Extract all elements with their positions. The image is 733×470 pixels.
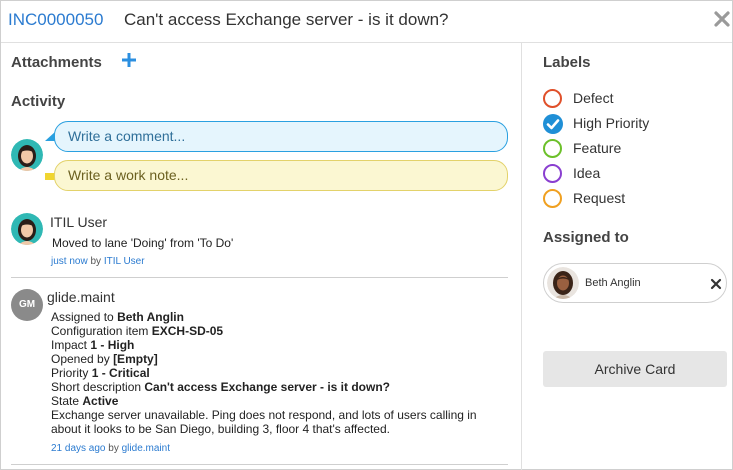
activity-time: 21 days ago [51,443,106,454]
activity-time: just now [51,256,88,267]
card-dialog: INC0000050 Can't access Exchange server … [0,0,733,470]
field-label: State [51,394,80,408]
checked-checkbox-icon[interactable] [543,114,563,134]
field-label: Impact [51,338,88,352]
field-change: Opened by [Empty] [51,352,158,366]
label-name: Idea [573,165,601,181]
field-label: Priority [51,366,89,380]
field-change: Configuration item EXCH-SD-05 [51,324,223,338]
field-value: Beth Anglin [117,310,184,324]
label-checkbox[interactable] [543,89,562,108]
field-label: Assigned to [51,310,114,324]
close-icon[interactable] [712,9,732,29]
labels-heading: Labels [543,54,591,71]
field-change: Assigned to Beth Anglin [51,310,184,324]
activity-divider [11,277,508,278]
worknote-input[interactable]: Write a work note... [54,160,508,191]
add-attachment-icon[interactable] [121,52,137,68]
field-value: [Empty] [113,352,158,366]
field-change: Priority 1 - Critical [51,366,150,380]
activity-meta: 21 days ago by glide.maint [51,443,170,454]
label-checkbox[interactable] [543,189,562,208]
label-checkbox[interactable] [543,139,562,158]
activity-author: ITIL User [50,214,108,230]
activity-author: glide.maint [47,289,115,305]
incident-number-link[interactable]: INC0000050 [8,10,103,30]
archive-card-button[interactable]: Archive Card [543,351,727,387]
activity-by: by [90,256,102,267]
activity-heading: Activity [11,93,66,110]
assignee-avatar [547,267,579,299]
work-note-line: Exchange server unavailable. Ping does n… [51,408,477,422]
assigned-to-heading: Assigned to [543,229,629,246]
comment-input[interactable]: Write a comment... [54,121,508,152]
activity-divider [11,464,508,465]
label-name: Request [573,190,626,206]
assignee-name: Beth Anglin [585,277,641,289]
field-value: 1 - Critical [91,366,150,380]
activity-text: Moved to lane 'Doing' from 'To Do' [52,236,234,250]
label-checkbox[interactable] [543,164,562,183]
remove-assignee-icon[interactable] [710,278,722,290]
field-change: Short description Can't access Exchange … [51,380,390,394]
assignee-chip[interactable]: Beth Anglin [543,263,727,303]
label-name: Feature [573,140,622,156]
field-value: 1 - High [90,338,135,352]
field-value: Active [82,394,119,408]
field-label: Opened by [51,352,110,366]
activity-meta: just now by ITIL User [51,256,145,267]
field-change: State Active [51,394,118,408]
activity-panel: Attachments Activity Write a comment... … [1,43,522,470]
field-value: EXCH-SD-05 [151,324,224,338]
label-name: High Priority [573,115,650,131]
field-label: Short description [51,380,142,394]
activity-user-link[interactable]: ITIL User [104,256,145,267]
attachments-heading: Attachments [11,54,102,71]
current-user-avatar [11,139,43,171]
field-change: Impact 1 - High [51,338,134,352]
activity-user-link[interactable]: glide.maint [122,443,170,454]
dialog-header: INC0000050 Can't access Exchange server … [1,1,732,43]
field-label: Configuration item [51,324,149,338]
field-value: Can't access Exchange server - is it dow… [144,380,391,394]
itil-user-avatar [11,213,43,245]
glide-maint-avatar: GM [11,289,43,321]
label-name: Defect [573,90,614,106]
work-note-line: about it looks to be San Diego, building… [51,422,390,436]
incident-title: Can't access Exchange server - is it dow… [124,10,449,29]
activity-by: by [108,443,119,454]
